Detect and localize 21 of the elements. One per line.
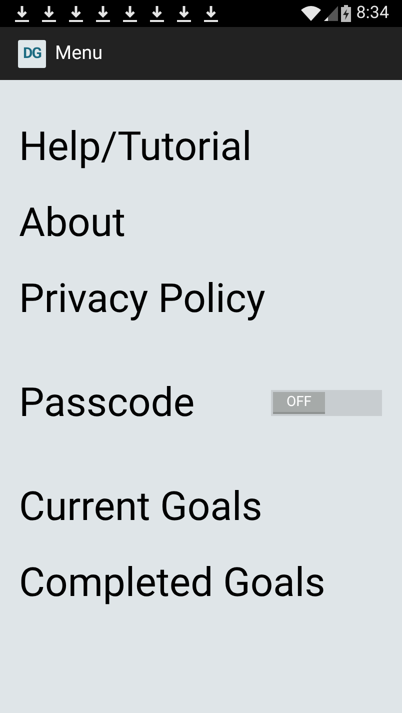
download-icon [13, 4, 31, 22]
download-icon [67, 4, 85, 22]
menu-item[interactable]: Help/Tutorial [19, 127, 252, 167]
download-icon [94, 4, 112, 22]
menu-item[interactable]: Completed Goals [19, 563, 326, 603]
signal-icon [324, 6, 338, 21]
wifi-icon [301, 6, 322, 21]
download-icon [202, 4, 220, 22]
battery-icon [341, 5, 352, 22]
clock-time: 8:34 [356, 2, 389, 25]
menu-item[interactable]: Current Goals [19, 487, 262, 527]
app-logo: DG [18, 40, 46, 68]
download-icon [175, 4, 193, 22]
download-icon [121, 4, 139, 22]
app-bar-title: Menu [55, 40, 103, 66]
menu-item[interactable]: Privacy Policy [19, 279, 266, 319]
menu-item[interactable]: About [19, 203, 126, 243]
menu-item-label: Passcode [19, 383, 195, 423]
toggle-thumb: OFF [273, 392, 325, 414]
download-icon [40, 4, 58, 22]
download-icon [148, 4, 166, 22]
